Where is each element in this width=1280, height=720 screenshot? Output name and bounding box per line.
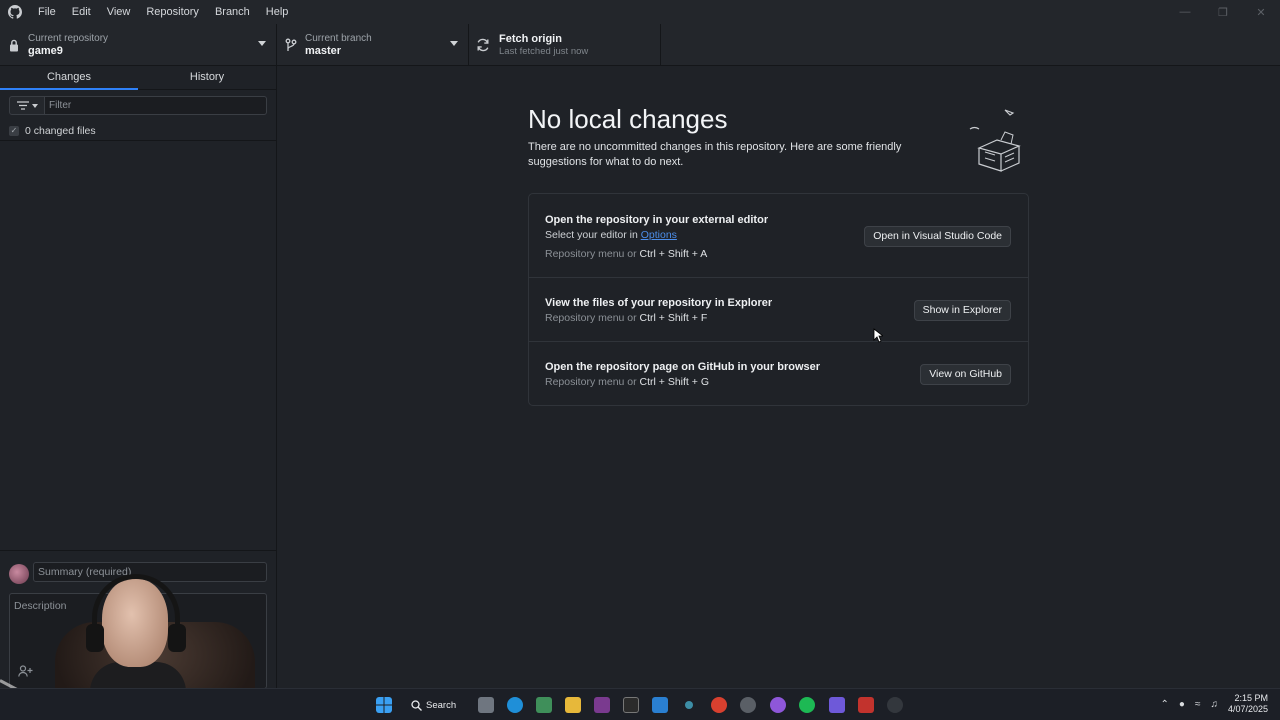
- sidebar-tabs: Changes History: [0, 66, 276, 90]
- app-icon[interactable]: [829, 697, 845, 713]
- current-branch-value: master: [305, 44, 342, 57]
- keyboard-shortcut: Ctrl + Shift + F: [639, 312, 708, 324]
- app-icon[interactable]: [711, 697, 727, 713]
- last-fetched-text: Last fetched just now: [499, 45, 589, 57]
- fetch-origin-button[interactable]: Fetch origin Last fetched just now: [469, 24, 661, 66]
- microphone-icon[interactable]: ●: [1179, 699, 1185, 710]
- clock-time: 2:15 PM: [1234, 693, 1268, 703]
- empty-state-illustration-icon: [969, 109, 1021, 172]
- changed-files-count: 0 changed files: [25, 124, 96, 137]
- current-repository-button[interactable]: Current repository game9: [0, 24, 277, 66]
- suggestion-title: Open the repository in your external edi…: [545, 214, 769, 226]
- main-content: No local changes There are no uncommitte…: [277, 66, 1280, 688]
- wifi-icon[interactable]: ≈: [1195, 699, 1201, 710]
- chevron-down-icon: [258, 41, 266, 46]
- vscode-icon[interactable]: [652, 697, 668, 713]
- open-in-vscode-button[interactable]: Open in Visual Studio Code: [864, 226, 1011, 247]
- filter-icon: [16, 101, 29, 110]
- fetch-origin-title: Fetch origin: [499, 32, 562, 45]
- app-icon[interactable]: [536, 697, 552, 713]
- github-desktop-icon[interactable]: [770, 697, 786, 713]
- clock[interactable]: 2:15 PM 4/07/2025: [1228, 693, 1268, 715]
- suggestion-explorer: View the files of your repository in Exp…: [529, 278, 1028, 342]
- view-on-github-button[interactable]: View on GitHub: [920, 364, 1011, 385]
- suggestion-hint-text: Repository menu or: [545, 312, 640, 324]
- show-in-explorer-button[interactable]: Show in Explorer: [913, 300, 1011, 321]
- system-tray: ⌃ ● ≈ ♫ 2:15 PM 4/07/2025: [1161, 693, 1268, 715]
- suggestion-hint: Repository menu or Ctrl + Shift + A: [545, 248, 707, 260]
- headphone-right-cup: [168, 624, 186, 652]
- taskbar-search-label: Search: [426, 699, 457, 711]
- options-link[interactable]: Options: [641, 229, 677, 241]
- suggestion-hint-text: Repository menu or: [545, 248, 640, 260]
- app-icon[interactable]: [858, 697, 874, 713]
- suggestion-github: Open the repository page on GitHub in yo…: [529, 342, 1028, 406]
- toolbar: Current repository game9 Current branch …: [0, 24, 1280, 66]
- app-icon[interactable]: [685, 701, 693, 709]
- filter-options-button[interactable]: [9, 96, 45, 115]
- suggestion-external-editor: Open the repository in your external edi…: [529, 194, 1028, 278]
- search-icon: [411, 699, 422, 711]
- tab-history[interactable]: History: [138, 66, 276, 89]
- page-title: No local changes: [528, 104, 728, 134]
- suggestion-title: Open the repository page on GitHub in yo…: [545, 361, 821, 373]
- menu-bar: File Edit View Repository Branch Help — …: [0, 0, 1280, 24]
- file-explorer-icon[interactable]: [565, 697, 581, 713]
- windows-start-icon[interactable]: [376, 697, 392, 713]
- app-icon[interactable]: [594, 697, 610, 713]
- taskbar-search[interactable]: Search: [411, 696, 463, 714]
- minimize-icon[interactable]: —: [1166, 0, 1204, 24]
- suggestion-line-text: Select your editor in: [545, 229, 641, 241]
- app-icon[interactable]: [740, 697, 756, 713]
- filter-row: Filter: [0, 90, 276, 121]
- suggestion-title: View the files of your repository in Exp…: [545, 297, 773, 309]
- menu-edit[interactable]: Edit: [64, 0, 99, 24]
- suggestion-hint: Repository menu or Ctrl + Shift + G: [545, 376, 709, 388]
- current-repository-label: Current repository: [28, 32, 109, 44]
- menu-help[interactable]: Help: [258, 0, 297, 24]
- suggestion-line: Select your editor in Options: [545, 229, 677, 241]
- page-description: There are no uncommitted changes in this…: [528, 141, 902, 168]
- current-branch-label: Current branch: [305, 32, 372, 44]
- keyboard-shortcut: Ctrl + Shift + G: [639, 376, 709, 388]
- github-logo-icon: [0, 0, 30, 24]
- lock-icon: [0, 39, 28, 52]
- menu-branch[interactable]: Branch: [207, 0, 258, 24]
- sync-icon: [469, 38, 497, 52]
- app-icon[interactable]: [887, 697, 903, 713]
- edge-icon[interactable]: [507, 697, 523, 713]
- headphone-left-cup: [86, 624, 104, 652]
- volume-icon[interactable]: ♫: [1210, 699, 1218, 710]
- select-all-checkbox[interactable]: ✓: [9, 125, 19, 136]
- close-icon[interactable]: ✕: [1242, 0, 1280, 24]
- suggestion-hint-text: Repository menu or: [545, 376, 640, 388]
- chevron-down-icon: [31, 103, 38, 108]
- branch-icon: [277, 38, 305, 52]
- filter-input[interactable]: Filter: [44, 96, 267, 115]
- taskbar: Search ⌃ ● ≈ ♫ 2:15 PM 4/07/2025: [0, 688, 1280, 720]
- current-repository-value: game9: [28, 44, 63, 57]
- suggestions-card: Open the repository in your external edi…: [528, 193, 1029, 406]
- current-branch-button[interactable]: Current branch master: [277, 24, 469, 66]
- task-view-icon[interactable]: [478, 697, 494, 713]
- chevron-up-icon[interactable]: ⌃: [1161, 699, 1169, 710]
- spotify-icon[interactable]: [799, 697, 815, 713]
- restore-icon[interactable]: ❐: [1204, 0, 1242, 24]
- clock-date: 4/07/2025: [1227, 704, 1268, 714]
- mouse-cursor-icon: [873, 328, 883, 343]
- unity-icon[interactable]: [623, 697, 639, 713]
- changed-files-header: ✓ 0 changed files: [0, 121, 276, 141]
- tab-changes[interactable]: Changes: [0, 66, 138, 90]
- menu-repository[interactable]: Repository: [138, 0, 207, 24]
- menu-file[interactable]: File: [30, 0, 64, 24]
- headphones-icon: [92, 574, 180, 634]
- keyboard-shortcut: Ctrl + Shift + A: [639, 248, 708, 260]
- menu-view[interactable]: View: [99, 0, 139, 24]
- suggestion-hint: Repository menu or Ctrl + Shift + F: [545, 312, 707, 324]
- chevron-down-icon: [450, 41, 458, 46]
